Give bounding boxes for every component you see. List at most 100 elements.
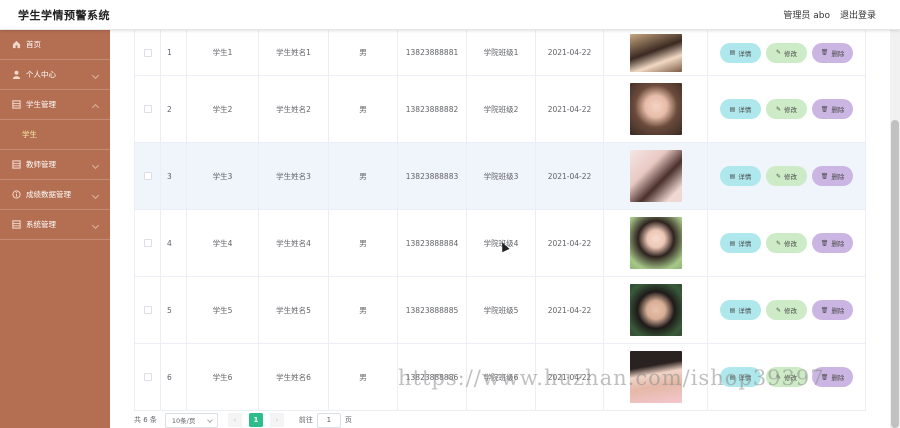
detail-button-label: 详情 <box>738 106 752 114</box>
page-size-select[interactable]: 10条/页 <box>164 412 218 428</box>
chevron-up-icon <box>91 103 100 112</box>
page-unit-label: 页 <box>344 416 352 424</box>
goto-label: 前往 <box>298 416 313 424</box>
grid-icon <box>12 160 21 169</box>
next-page-button[interactable]: › <box>269 413 284 427</box>
edit-button[interactable]: ✎ 修改 <box>766 42 807 63</box>
phone-cell: 13823888884 <box>398 210 467 276</box>
sidebar-item-home[interactable]: 首页 <box>0 30 110 60</box>
sidebar-item-score-mgmt[interactable]: 成绩数据管理 <box>0 180 110 210</box>
sidebar: 首页 个人中心 学生管理 学生 教师管理 成绩数据管理 系统管理 <box>0 30 110 428</box>
index-cell: 1 <box>161 30 187 75</box>
edit-button[interactable]: ✎ 修改 <box>766 99 807 119</box>
detail-button[interactable]: ▤ 详情 <box>720 233 761 253</box>
gender-cell: 男 <box>329 344 398 410</box>
student-no-cell: 学生1 <box>187 30 259 75</box>
delete-button[interactable]: 🗑 删除 <box>812 42 853 63</box>
sidebar-subitem-student[interactable]: 学生 <box>0 120 110 150</box>
delete-button[interactable]: 🗑 删除 <box>812 166 853 186</box>
date-cell: 2021-04-22 <box>536 210 604 276</box>
table-row: 1 学生1 学生姓名1 男 13823888881 学院班级1 2021-04-… <box>134 30 866 76</box>
edit-button[interactable]: ✎ 修改 <box>766 166 807 186</box>
actions-cell: ▤ 详情 ✎ 修改 🗑 删除 <box>708 210 866 276</box>
detail-button[interactable]: ▤ 详情 <box>720 99 761 119</box>
row-checkbox[interactable] <box>143 239 152 247</box>
pagination: 共 6 条 10条/页 ‹ 1 › 前往 1 页 <box>134 412 352 428</box>
row-checkbox[interactable] <box>143 105 152 113</box>
trash-icon: 🗑 <box>820 49 829 56</box>
detail-button[interactable]: ▤ 详情 <box>720 42 761 63</box>
edit-button-label: 修改 <box>784 307 798 315</box>
sidebar-item-label: 系统管理 <box>26 220 56 229</box>
vertical-scrollbar[interactable] <box>890 30 900 428</box>
goto-page-input[interactable]: 1 <box>316 412 341 428</box>
pagination-total: 共 6 条 <box>134 416 157 424</box>
phone-cell: 13823888881 <box>398 30 467 75</box>
detail-button[interactable]: ▤ 详情 <box>720 300 761 320</box>
date-cell: 2021-04-22 <box>536 30 604 75</box>
row-select-cell <box>134 76 161 142</box>
row-select-cell <box>134 277 161 343</box>
sidebar-item-label: 个人中心 <box>26 70 56 79</box>
logout-button[interactable]: 退出登录 <box>840 8 876 21</box>
info-icon <box>12 190 21 199</box>
scrollbar-thumb[interactable] <box>891 120 899 428</box>
student-photo <box>629 83 682 135</box>
sidebar-item-label: 教师管理 <box>26 160 56 169</box>
row-select-cell <box>134 344 161 410</box>
chevron-down-icon <box>207 416 213 423</box>
photo-cell <box>604 210 708 276</box>
sidebar-item-student-mgmt[interactable]: 学生管理 <box>0 90 110 120</box>
student-name-cell: 学生姓名4 <box>259 210 329 276</box>
delete-button[interactable]: 🗑 删除 <box>812 99 853 119</box>
document-icon: ▤ <box>729 105 736 113</box>
page-number-current[interactable]: 1 <box>248 413 263 427</box>
admin-label: 管理员 abo <box>783 11 830 21</box>
student-table: 1 学生1 学生姓名1 男 13823888881 学院班级1 2021-04-… <box>134 30 866 411</box>
actions-cell: ▤ 详情 ✎ 修改 🗑 删除 <box>708 277 866 343</box>
class-cell: 学院班级3 <box>467 143 536 209</box>
index-cell: 4 <box>161 210 187 276</box>
prev-page-button[interactable]: ‹ <box>227 413 242 427</box>
actions-cell: ▤ 详情 ✎ 修改 🗑 删除 <box>708 30 866 75</box>
phone-cell: 13823888882 <box>398 76 467 142</box>
actions-cell: ▤ 详情 ✎ 修改 🗑 删除 <box>708 143 866 209</box>
student-no-cell: 学生2 <box>187 76 259 142</box>
gender-cell: 男 <box>329 30 398 75</box>
row-checkbox[interactable] <box>143 48 152 57</box>
row-checkbox[interactable] <box>143 306 152 314</box>
index-cell: 3 <box>161 143 187 209</box>
user-icon <box>12 70 21 79</box>
sidebar-item-system-mgmt[interactable]: 系统管理 <box>0 210 110 240</box>
document-icon: ▤ <box>729 239 736 247</box>
delete-button-label: 删除 <box>831 173 845 181</box>
detail-button[interactable]: ▤ 详情 <box>720 166 761 186</box>
student-name-cell: 学生姓名3 <box>259 143 329 209</box>
document-icon: ▤ <box>729 306 736 314</box>
edit-button[interactable]: ✎ 修改 <box>766 233 807 253</box>
delete-button[interactable]: 🗑 删除 <box>812 300 853 320</box>
sidebar-item-teacher-mgmt[interactable]: 教师管理 <box>0 150 110 180</box>
row-checkbox[interactable] <box>143 172 152 180</box>
detail-button-label: 详情 <box>738 173 752 181</box>
index-cell: 5 <box>161 277 187 343</box>
actions-cell: ▤ 详情 ✎ 修改 🗑 删除 <box>708 76 866 142</box>
pencil-icon: ✎ <box>775 306 782 314</box>
delete-button-label: 删除 <box>831 240 845 248</box>
edit-button[interactable]: ✎ 修改 <box>766 300 807 320</box>
chevron-down-icon <box>91 71 100 80</box>
sidebar-item-profile[interactable]: 个人中心 <box>0 60 110 90</box>
pencil-icon: ✎ <box>775 239 782 247</box>
row-checkbox[interactable] <box>143 373 152 381</box>
edit-button-label: 修改 <box>784 173 798 181</box>
delete-button[interactable]: 🗑 删除 <box>812 233 853 253</box>
student-no-cell: 学生4 <box>187 210 259 276</box>
watermark-text: https://www.huzhan.com/ishop39397 <box>398 366 825 390</box>
student-name-cell: 学生姓名1 <box>259 30 329 75</box>
pencil-icon: ✎ <box>775 49 782 56</box>
student-photo <box>629 284 682 336</box>
student-photo <box>629 150 682 202</box>
edit-button-label: 修改 <box>784 106 798 114</box>
class-cell: 学院班级2 <box>467 76 536 142</box>
delete-button-label: 删除 <box>831 49 845 58</box>
